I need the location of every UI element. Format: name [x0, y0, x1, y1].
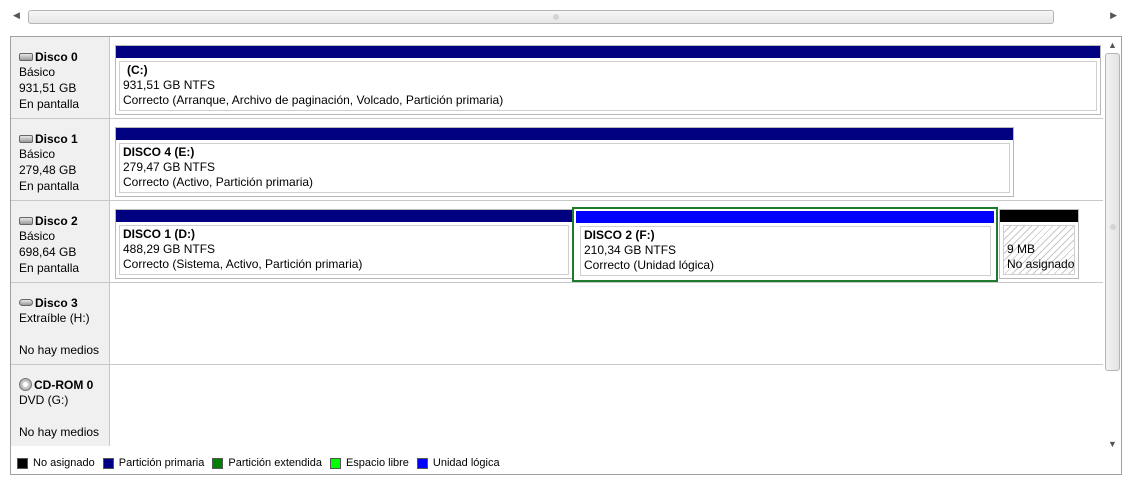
partition-status: Correcto (Activo, Partición primaria): [123, 175, 314, 189]
removable-disk-icon: [19, 299, 33, 306]
scroll-right-icon[interactable]: ▶: [1110, 10, 1117, 21]
legend-item-logical: Unidad lógica: [416, 457, 500, 469]
legend-swatch: [329, 457, 341, 469]
partition-f[interactable]: DISCO 2 (F:) 210,34 GB NTFS Correcto (Un…: [572, 207, 998, 282]
disk-status: En pantalla: [19, 97, 80, 111]
disk-size: 698,64 GB: [19, 245, 77, 259]
disk-row-cdrom: CD-ROM 0 DVD (G:) No hay medios: [11, 365, 1103, 446]
partition-bar-primary: [116, 210, 572, 222]
legend-swatch: [416, 457, 428, 469]
partition-status: Correcto (Sistema, Activo, Partición pri…: [123, 257, 363, 271]
legend-bar: No asignado Partición primaria Partición…: [10, 452, 1122, 475]
disk-row-2: Disco 2 Básico 698,64 GB En pantalla DIS…: [11, 201, 1103, 283]
disk-label-0[interactable]: Disco 0 Básico 931,51 GB En pantalla: [11, 37, 110, 118]
legend-label: Partición extendida: [228, 457, 322, 469]
partition-title: DISCO 2 (F:): [584, 228, 655, 242]
partition-size: 488,29 GB NTFS: [123, 242, 216, 256]
disk-type: Básico: [19, 147, 56, 161]
legend-swatch: [212, 457, 224, 469]
disk-status: No hay medios: [19, 425, 100, 439]
disk-status: En pantalla: [19, 179, 80, 193]
legend-item-primary: Partición primaria: [102, 457, 205, 469]
partition-bar-unallocated: [1000, 210, 1078, 222]
scroll-grip-icon: [553, 14, 559, 20]
partition-d[interactable]: DISCO 1 (D:) 488,29 GB NTFS Correcto (Si…: [115, 209, 573, 279]
disk-row-1: Disco 1 Básico 279,48 GB En pantalla DIS…: [11, 119, 1103, 201]
partition-status: Correcto (Unidad lógica): [584, 258, 715, 272]
partition-unallocated[interactable]: 9 MB No asignado: [999, 209, 1079, 279]
partition-bar-primary: [116, 46, 1100, 58]
legend-item-unallocated: No asignado: [17, 457, 95, 469]
disk-size: 279,48 GB: [19, 163, 77, 177]
vertical-scrollbar[interactable]: ▲ ▼: [1104, 37, 1121, 452]
disk-name: Disco 0: [35, 49, 78, 64]
disk-status: No hay medios: [19, 343, 100, 357]
partition-size: 279,47 GB NTFS: [123, 160, 216, 174]
hard-disk-icon: [19, 216, 33, 225]
legend-label: No asignado: [33, 457, 95, 469]
partition-title: DISCO 4 (E:): [123, 145, 195, 159]
horizontal-scroll-thumb[interactable]: [28, 10, 1054, 24]
disk-type: DVD (G:): [19, 393, 69, 407]
disk-name: Disco 1: [35, 131, 78, 146]
cdrom-icon: [19, 378, 32, 391]
partition-e[interactable]: DISCO 4 (E:) 279,47 GB NTFS Correcto (Ac…: [115, 127, 1014, 197]
legend-label: Unidad lógica: [432, 457, 500, 469]
legend-swatch: [102, 457, 114, 469]
partition-bar-logical: [576, 211, 994, 223]
legend-swatch: [17, 457, 28, 469]
disk-label-2[interactable]: Disco 2 Básico 698,64 GB En pantalla: [11, 201, 110, 282]
partition-status: No asignado: [1007, 257, 1074, 271]
partition-bar-primary: [116, 128, 1013, 140]
disk-label-1[interactable]: Disco 1 Básico 279,48 GB En pantalla: [11, 119, 110, 200]
partition-size: 9 MB: [1007, 242, 1036, 256]
scroll-grip-icon: [1110, 224, 1116, 230]
hard-disk-icon: [19, 134, 33, 143]
legend-label: Espacio libre: [345, 457, 409, 469]
legend-label: Partición primaria: [118, 457, 205, 469]
disk-status: En pantalla: [19, 261, 80, 275]
horizontal-scrollbar[interactable]: ◀ ▶: [10, 6, 1120, 28]
partition-status: Correcto (Arranque, Archivo de paginació…: [123, 93, 504, 107]
partition-size: 210,34 GB NTFS: [584, 243, 677, 257]
partition-title: DISCO 1 (D:): [123, 227, 195, 241]
scroll-left-icon[interactable]: ◀: [13, 10, 20, 21]
disk-row-3: Disco 3 Extraíble (H:) No hay medios: [11, 283, 1103, 365]
disk-layout-panel: Disco 0 Básico 931,51 GB En pantalla (C:…: [10, 36, 1122, 453]
partition-title: (C:): [127, 63, 148, 77]
disk-type: Básico: [19, 65, 56, 79]
disk-name: Disco 3: [35, 295, 78, 310]
scroll-up-icon[interactable]: ▲: [1108, 40, 1117, 50]
legend-item-extended: Partición extendida: [212, 457, 322, 469]
disk-label-cdrom[interactable]: CD-ROM 0 DVD (G:) No hay medios: [11, 365, 110, 446]
disk-label-3[interactable]: Disco 3 Extraíble (H:) No hay medios: [11, 283, 110, 364]
disk-type: Extraíble (H:): [19, 311, 90, 325]
hard-disk-icon: [19, 52, 33, 61]
disk-size: 931,51 GB: [19, 81, 77, 95]
legend-item-free: Espacio libre: [329, 457, 409, 469]
disk-name: Disco 2: [35, 213, 78, 228]
disk-row-0: Disco 0 Básico 931,51 GB En pantalla (C:…: [11, 37, 1103, 119]
disk-type: Básico: [19, 229, 56, 243]
partition-size: 931,51 GB NTFS: [123, 78, 216, 92]
partition-c[interactable]: (C:) 931,51 GB NTFS Correcto (Arranque, …: [115, 45, 1101, 115]
vertical-scroll-thumb[interactable]: [1105, 53, 1120, 371]
scroll-down-icon[interactable]: ▼: [1108, 439, 1117, 449]
disk-name: CD-ROM 0: [34, 377, 94, 392]
